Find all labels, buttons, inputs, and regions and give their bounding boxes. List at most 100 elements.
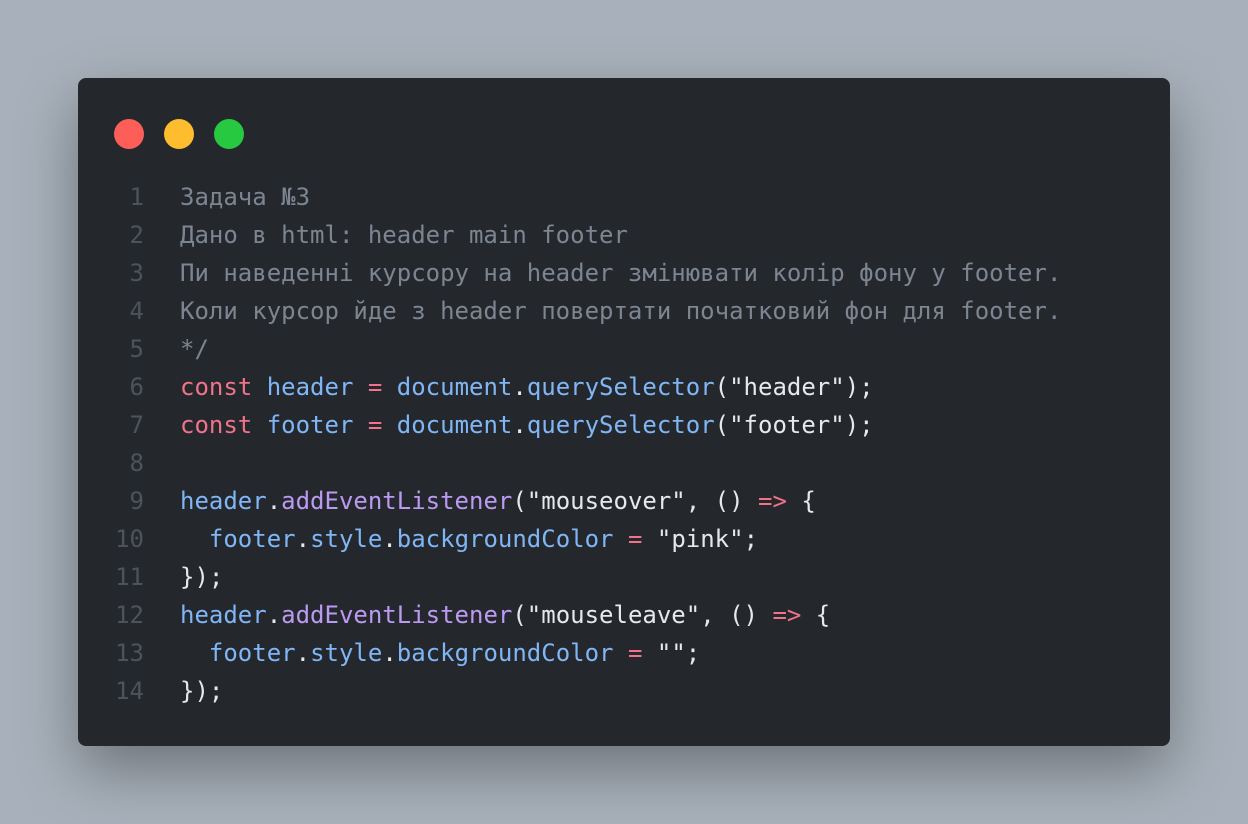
code-token: . <box>266 601 282 629</box>
minimize-dot-icon[interactable] <box>164 119 194 149</box>
line-number: 9 <box>129 487 144 515</box>
code-line: 14}); <box>78 672 1170 710</box>
code-token: document <box>396 411 513 439</box>
code-line: 6 const header = document.querySelector("… <box>78 368 1170 406</box>
code-line: 10 footer.style.backgroundColor = "pink"… <box>78 520 1170 558</box>
code-token: footer <box>266 411 354 439</box>
line-number: 13 <box>115 639 144 667</box>
maximize-dot-icon[interactable] <box>214 119 244 149</box>
code-token: querySelector <box>526 411 715 439</box>
code-token: Коли курсор йде з header повертати почат… <box>180 297 1062 325</box>
code-token: addEventListener <box>281 601 513 629</box>
code-token: backgroundColor <box>396 639 614 667</box>
line-content: }); <box>180 672 223 710</box>
code-token: header <box>266 373 354 401</box>
code-token: style <box>310 525 383 553</box>
code-token: = <box>367 373 383 401</box>
code-line: 1 Задача №3 <box>78 178 1170 216</box>
line-number: 7 <box>129 411 144 439</box>
code-token: ( <box>714 411 730 439</box>
code-token: style <box>310 639 383 667</box>
code-token: ; <box>685 639 701 667</box>
code-line: 12 header.addEventListener("mouseleave", … <box>78 596 1170 634</box>
code-token: ; <box>743 525 759 553</box>
line-number: 2 <box>129 221 144 249</box>
line-content: footer.style.backgroundColor = ""; <box>180 634 700 672</box>
line-content: Задача №3 <box>180 178 310 216</box>
code-token: */ <box>180 335 209 363</box>
code-line: 4 Коли курсор йде з header повертати поча… <box>78 292 1170 330</box>
code-token: { <box>786 487 816 515</box>
code-token: = <box>627 639 643 667</box>
line-number: 4 <box>129 297 144 325</box>
line-content: Дано в html: header main footer <box>180 216 628 254</box>
code-block: 1 Задача №3 2 Дано в html: header main foot… <box>78 178 1170 710</box>
line-content: const header = document.querySelector("h… <box>180 368 874 406</box>
code-token: "mouseleave" <box>526 601 701 629</box>
close-dot-icon[interactable] <box>114 119 144 149</box>
line-content: */ <box>180 330 209 368</box>
code-token: ( <box>512 601 527 629</box>
code-token: => <box>758 487 787 515</box>
code-line: 9 header.addEventListener("mouseover", ()… <box>78 482 1170 520</box>
code-token: "" <box>656 639 686 667</box>
line-number: 3 <box>129 259 144 287</box>
code-token: footer <box>208 639 296 667</box>
line-number: 14 <box>115 677 144 705</box>
line-number: 5 <box>129 335 144 363</box>
code-line: 3 Пи наведенні курсору на header змінюват… <box>78 254 1170 292</box>
code-token: Задача №3 <box>180 183 311 211</box>
code-token: . <box>512 373 527 401</box>
code-token: document <box>396 373 513 401</box>
line-number: 8 <box>129 449 144 477</box>
code-token: . <box>295 525 311 553</box>
code-token: . <box>512 411 527 439</box>
line-content: header.addEventListener("mouseleave", ()… <box>180 596 830 634</box>
window-controls <box>114 119 244 149</box>
code-token: header <box>180 487 267 515</box>
code-token: ); <box>844 373 874 401</box>
code-window: 1 Задача №3 2 Дано в html: header main foot… <box>78 78 1170 746</box>
code-token: = <box>627 525 643 553</box>
code-token: Пи наведенні курсору на header змінювати… <box>180 259 1062 287</box>
line-number: 1 <box>129 183 144 211</box>
code-token: "mouseover" <box>526 487 686 515</box>
code-line: 8 <box>78 444 1170 482</box>
code-line: 11}); <box>78 558 1170 596</box>
line-number: 6 <box>129 373 144 401</box>
line-number: 10 <box>115 525 144 553</box>
code-token: "header" <box>729 373 845 401</box>
code-line: 7 const footer = document.querySelector("… <box>78 406 1170 444</box>
code-line: 13 footer.style.backgroundColor = ""; <box>78 634 1170 672</box>
line-content: Коли курсор йде з header повертати почат… <box>180 292 1061 330</box>
line-content: const footer = document.querySelector("f… <box>180 406 874 444</box>
code-token: "pink" <box>656 525 744 553</box>
code-token: querySelector <box>526 373 715 401</box>
code-token: header <box>180 601 267 629</box>
code-token: . <box>266 487 282 515</box>
code-token: const <box>180 373 253 401</box>
line-number: 12 <box>115 601 144 629</box>
code-token: addEventListener <box>281 487 513 515</box>
code-line: 5 */ <box>78 330 1170 368</box>
code-token: "footer" <box>729 411 845 439</box>
line-content: header.addEventListener("mouseover", () … <box>180 482 816 520</box>
code-token: footer <box>208 525 296 553</box>
code-token: const <box>180 411 253 439</box>
code-token: ); <box>844 411 874 439</box>
line-content: }); <box>180 558 223 596</box>
line-content: Пи наведенні курсору на header змінювати… <box>180 254 1061 292</box>
code-token: ( <box>714 373 730 401</box>
code-token: . <box>295 639 311 667</box>
code-line: 2 Дано в html: header main footer <box>78 216 1170 254</box>
code-token: , () <box>685 487 758 515</box>
line-content: footer.style.backgroundColor = "pink"; <box>180 520 758 558</box>
